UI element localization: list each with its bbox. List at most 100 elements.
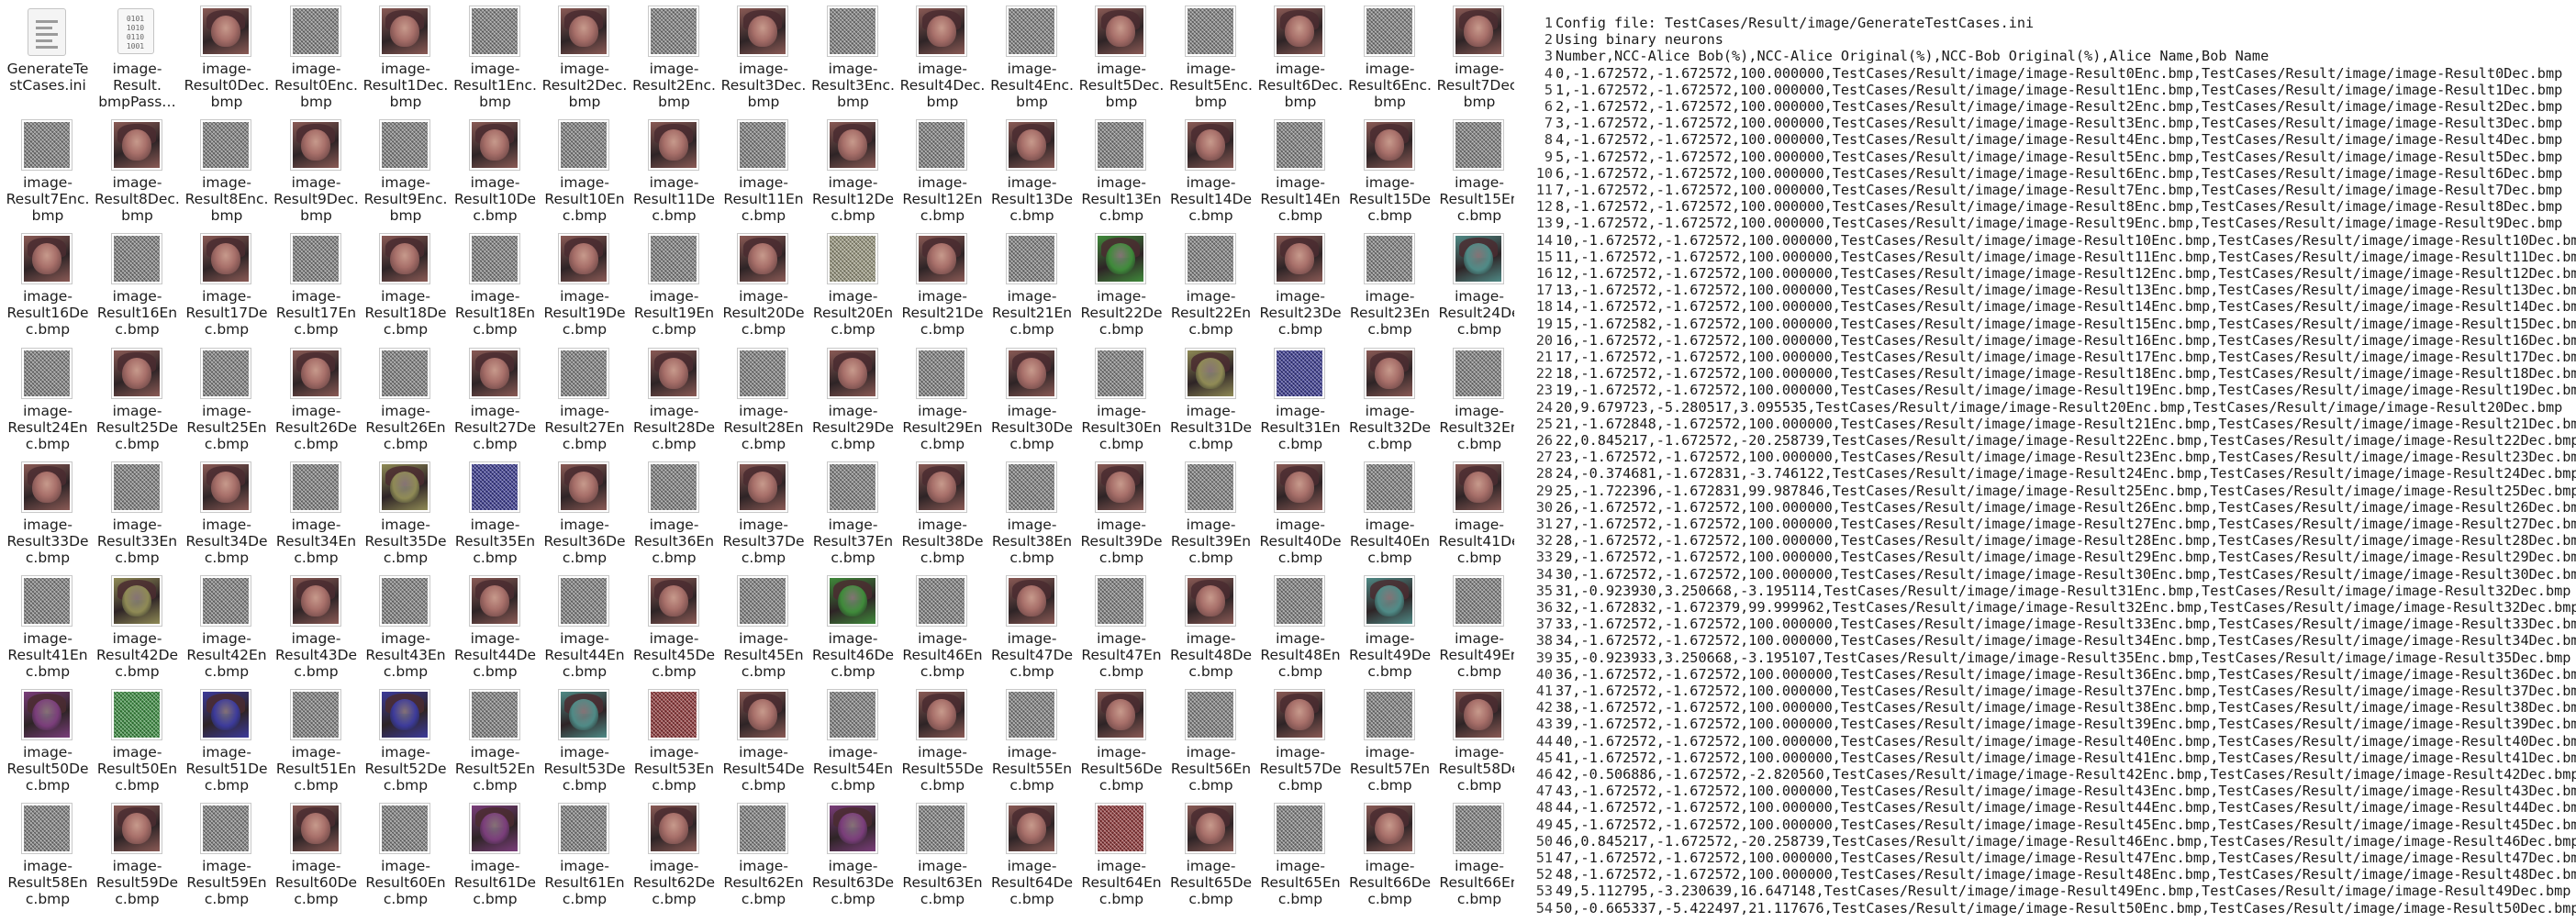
file-item[interactable]: image- Result9Dec. bmp [272,114,362,224]
file-item[interactable]: image- Result13De c.bmp [987,114,1077,224]
file-item[interactable]: image- Result35De c.bmp [361,456,451,566]
file-item[interactable]: image- Result7Dec. bmp [1434,0,1514,110]
file-item[interactable]: image- Result40En c.bmp [1345,456,1435,566]
editor-line[interactable]: 2 Using binary neurons [1522,31,2576,48]
file-item[interactable]: image- Result3Dec. bmp [719,0,808,110]
file-item[interactable]: image- Result6Enc. bmp [1345,0,1435,110]
editor-line[interactable]: 36 32,-1.672832,-1.672379,99.999962,TestC… [1522,599,2576,616]
file-item[interactable]: image- Result42En c.bmp [182,570,272,680]
editor-line[interactable]: 48 44,-1.672572,-1.672572,100.000000,Test… [1522,799,2576,816]
file-item[interactable]: image- Result61En c.bmp [540,797,630,907]
file-item[interactable]: image- Result8Dec. bmp [93,114,183,224]
editor-line[interactable]: 54 50,-0.665337,-5.422497,21.117676,TestC… [1522,900,2576,916]
file-item[interactable]: image- Result57De c.bmp [1255,683,1345,794]
editor-line[interactable]: 14 10,-1.672572,-1.672572,100.000000,Test… [1522,232,2576,249]
file-item[interactable]: image- Result8Enc. bmp [182,114,272,224]
editor-line[interactable]: 40 36,-1.672572,-1.672572,100.000000,Test… [1522,666,2576,683]
editor-line[interactable]: 45 41,-1.672572,-1.672572,100.000000,Test… [1522,750,2576,766]
file-item[interactable]: image- Result58De c.bmp [1434,683,1514,794]
editor-line[interactable]: 8 4,-1.672572,-1.672572,100.000000,TestCa… [1522,131,2576,148]
file-item[interactable]: image- Result54En c.bmp [808,683,898,794]
file-item[interactable]: image- Result64En c.bmp [1076,797,1166,907]
file-item[interactable]: image- Result2Enc. bmp [630,0,719,110]
file-item[interactable]: image- Result46En c.bmp [898,570,987,680]
file-item[interactable]: image- Result48En c.bmp [1255,570,1345,680]
editor-line[interactable]: 9 5,-1.672572,-1.672572,100.000000,TestCa… [1522,149,2576,165]
file-item[interactable]: image- Result6Dec. bmp [1255,0,1345,110]
file-item[interactable]: image- Result41De c.bmp [1434,456,1514,566]
file-item[interactable]: image- Result58En c.bmp [3,797,93,907]
file-item[interactable]: image- Result44En c.bmp [540,570,630,680]
editor-line[interactable]: 5 1,-1.672572,-1.672572,100.000000,TestCa… [1522,82,2576,98]
editor-line[interactable]: 15 11,-1.672572,-1.672572,100.000000,Test… [1522,249,2576,265]
file-item[interactable]: image- Result56En c.bmp [1166,683,1256,794]
file-item[interactable]: image- Result19En c.bmp [630,228,719,338]
editor-line[interactable]: 34 30,-1.672572,-1.672572,100.000000,Test… [1522,566,2576,583]
file-item[interactable]: image- Result4Dec. bmp [898,0,987,110]
file-item[interactable]: image- Result45En c.bmp [719,570,808,680]
text-editor[interactable]: 1 Config file: TestCases/Result/image/Gen… [1522,0,2576,922]
file-item[interactable]: image- Result7Enc. bmp [3,114,93,224]
file-item[interactable]: image- Result39De c.bmp [1076,456,1166,566]
editor-line[interactable]: 13 9,-1.672572,-1.672572,100.000000,TestC… [1522,215,2576,231]
editor-line[interactable]: 38 34,-1.672572,-1.672572,100.000000,Test… [1522,632,2576,649]
file-item[interactable]: image- Result59De c.bmp [93,797,183,907]
editor-line[interactable]: 46 42,-0.506886,-1.672572,-2.820560,TestC… [1522,766,2576,783]
editor-line[interactable]: 11 7,-1.672572,-1.672572,100.000000,TestC… [1522,182,2576,198]
editor-line[interactable]: 47 43,-1.672572,-1.672572,100.000000,Test… [1522,783,2576,799]
file-item[interactable]: image- Result62De c.bmp [630,797,719,907]
file-item[interactable]: image- Result42De c.bmp [93,570,183,680]
editor-line[interactable]: 49 45,-1.672572,-1.672572,100.000000,Test… [1522,816,2576,833]
file-item[interactable]: image- Result5Dec. bmp [1076,0,1166,110]
file-item[interactable]: image- Result18De c.bmp [361,228,451,338]
file-item[interactable]: image- Result30En c.bmp [1076,342,1166,452]
editor-line[interactable]: 1 Config file: TestCases/Result/image/Gen… [1522,15,2576,31]
file-item[interactable]: image- Result29De c.bmp [808,342,898,452]
editor-line[interactable]: 29 25,-1.722396,-1.672831,99.987846,TestC… [1522,483,2576,499]
editor-line[interactable]: 4 0,-1.672572,-1.672572,100.000000,TestCa… [1522,65,2576,82]
file-item[interactable]: image- Result50En c.bmp [93,683,183,794]
file-item[interactable]: image- Result63De c.bmp [808,797,898,907]
file-item[interactable]: image- Result3Enc. bmp [808,0,898,110]
editor-line[interactable]: 39 35,-0.923933,3.250668,-3.195107,TestCa… [1522,650,2576,666]
editor-line[interactable]: 12 8,-1.672572,-1.672572,100.000000,TestC… [1522,198,2576,215]
file-item[interactable]: image- Result20De c.bmp [719,228,808,338]
file-item[interactable]: image- Result66En c.bmp [1434,797,1514,907]
editor-line[interactable]: 6 2,-1.672572,-1.672572,100.000000,TestCa… [1522,98,2576,115]
file-item[interactable]: image- Result57En c.bmp [1345,683,1435,794]
file-item[interactable]: image- Result49De c.bmp [1345,570,1435,680]
file-item[interactable]: image- Result44De c.bmp [451,570,541,680]
file-item[interactable]: image- Result21De c.bmp [898,228,987,338]
editor-line[interactable]: 27 23,-1.672572,-1.672572,100.000000,Test… [1522,449,2576,465]
file-item[interactable]: image- Result23De c.bmp [1255,228,1345,338]
file-item[interactable]: image- Result31En c.bmp [1255,342,1345,452]
file-item[interactable]: image- Result10De c.bmp [451,114,541,224]
file-item[interactable]: image- Result25De c.bmp [93,342,183,452]
editor-line[interactable]: 52 48,-1.672572,-1.672572,100.000000,Test… [1522,866,2576,883]
file-item[interactable]: image- Result10En c.bmp [540,114,630,224]
editor-line[interactable]: 3 Number,NCC-Alice Bob(%),NCC-Alice Origi… [1522,48,2576,64]
editor-line[interactable]: 16 12,-1.672572,-1.672572,100.000000,Test… [1522,265,2576,282]
file-item[interactable]: image- Result65En c.bmp [1255,797,1345,907]
editor-line[interactable]: 31 27,-1.672572,-1.672572,100.000000,Test… [1522,516,2576,532]
file-item[interactable]: image- Result43En c.bmp [361,570,451,680]
file-item[interactable]: image- Result38En c.bmp [987,456,1077,566]
editor-line[interactable]: 21 17,-1.672572,-1.672572,100.000000,Test… [1522,349,2576,365]
file-item[interactable]: image- Result11En c.bmp [719,114,808,224]
file-item[interactable]: image- Result62En c.bmp [719,797,808,907]
file-item[interactable]: image- Result37En c.bmp [808,456,898,566]
file-item[interactable]: image- Result27En c.bmp [540,342,630,452]
editor-line[interactable]: 19 15,-1.672582,-1.672572,100.000000,Test… [1522,316,2576,332]
file-item[interactable]: image- Result56De c.bmp [1076,683,1166,794]
file-item[interactable]: image- Result52De c.bmp [361,683,451,794]
file-item[interactable]: image- Result50De c.bmp [3,683,93,794]
file-item[interactable]: image- Result36De c.bmp [540,456,630,566]
file-item[interactable]: image- Result5Enc. bmp [1166,0,1256,110]
file-item[interactable]: image- Result16En c.bmp [93,228,183,338]
file-item[interactable]: image- Result59En c.bmp [182,797,272,907]
editor-line[interactable]: 30 26,-1.672572,-1.672572,100.000000,Test… [1522,499,2576,516]
file-item[interactable]: image- Result22De c.bmp [1076,228,1166,338]
editor-line[interactable]: 33 29,-1.672572,-1.672572,100.000000,Test… [1522,549,2576,565]
file-item[interactable]: image- Result31De c.bmp [1166,342,1256,452]
file-item[interactable]: image- Result36En c.bmp [630,456,719,566]
